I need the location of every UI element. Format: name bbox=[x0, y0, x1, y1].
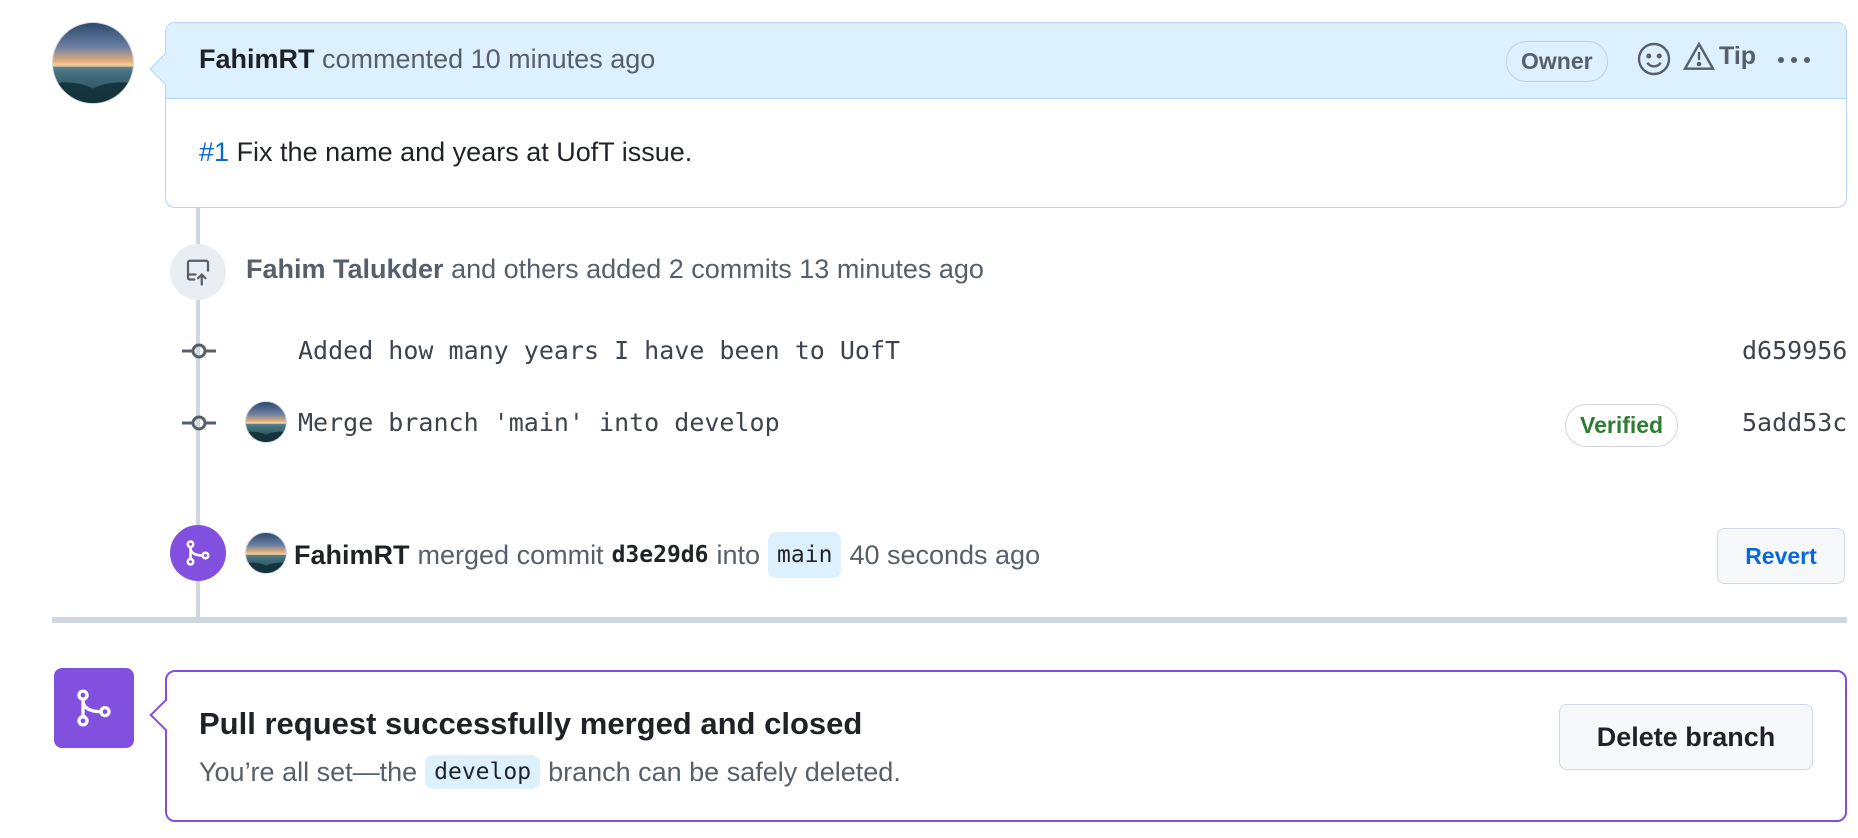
push-icon bbox=[170, 244, 226, 300]
commit-sha[interactable]: d659956 bbox=[1742, 336, 1847, 366]
comment-time[interactable]: 10 minutes ago bbox=[471, 44, 656, 74]
comment-action: commented bbox=[322, 44, 464, 74]
avatar[interactable] bbox=[245, 401, 287, 443]
tip-button[interactable]: Tip bbox=[1683, 41, 1756, 71]
verified-badge[interactable]: Verified bbox=[1565, 404, 1679, 447]
commit-message[interactable]: Added how many years I have been to UofT bbox=[298, 336, 900, 366]
timeline-divider bbox=[52, 617, 1847, 623]
owner-badge: Owner bbox=[1506, 41, 1608, 82]
merge-icon bbox=[54, 668, 134, 748]
smiley-icon[interactable] bbox=[1636, 41, 1672, 77]
merge-author[interactable]: FahimRT bbox=[294, 536, 410, 574]
tip-label: Tip bbox=[1719, 41, 1757, 70]
kebab-icon[interactable] bbox=[1774, 45, 1814, 75]
alert-triangle-icon bbox=[1683, 41, 1715, 70]
commits-author[interactable]: Fahim Talukder bbox=[246, 254, 444, 284]
avatar[interactable] bbox=[52, 22, 134, 104]
merge-commit-sha[interactable]: d3e29d6 bbox=[612, 536, 709, 574]
merged-desc-after: branch can be safely deleted. bbox=[548, 756, 901, 787]
avatar[interactable] bbox=[245, 532, 287, 574]
comment-box: FahimRT commented 10 minutes ago Owner T… bbox=[149, 22, 1847, 208]
commit-icon bbox=[180, 408, 218, 438]
merge-time[interactable]: 40 seconds ago bbox=[849, 536, 1040, 574]
comment-header: FahimRT commented 10 minutes ago Owner T… bbox=[166, 23, 1846, 99]
delete-branch-button[interactable]: Delete branch bbox=[1559, 704, 1813, 770]
merged-banner: Pull request successfully merged and clo… bbox=[149, 670, 1847, 822]
commits-text: and others added 2 commits bbox=[451, 254, 792, 284]
merge-into-text: into bbox=[716, 540, 761, 570]
merge-text: merged commit bbox=[417, 540, 604, 570]
commit-icon bbox=[180, 336, 218, 366]
commit-sha[interactable]: 5add53c bbox=[1742, 408, 1847, 438]
revert-button[interactable]: Revert bbox=[1717, 528, 1845, 584]
comment-body: Fix the name and years at UofT issue. bbox=[236, 137, 693, 167]
merged-title: Pull request successfully merged and clo… bbox=[199, 706, 863, 741]
merge-icon bbox=[170, 525, 226, 581]
comment-author[interactable]: FahimRT bbox=[199, 44, 315, 74]
merge-branch[interactable]: main bbox=[768, 532, 842, 578]
merged-desc-before: You’re all set—the bbox=[199, 756, 418, 787]
commit-message[interactable]: Merge branch 'main' into develop bbox=[298, 408, 780, 438]
revert-label: Revert bbox=[1745, 542, 1817, 569]
merged-branch[interactable]: develop bbox=[425, 755, 541, 789]
commits-time[interactable]: 13 minutes ago bbox=[799, 254, 984, 284]
issue-link[interactable]: #1 bbox=[199, 137, 229, 167]
delete-branch-label: Delete branch bbox=[1596, 721, 1776, 752]
